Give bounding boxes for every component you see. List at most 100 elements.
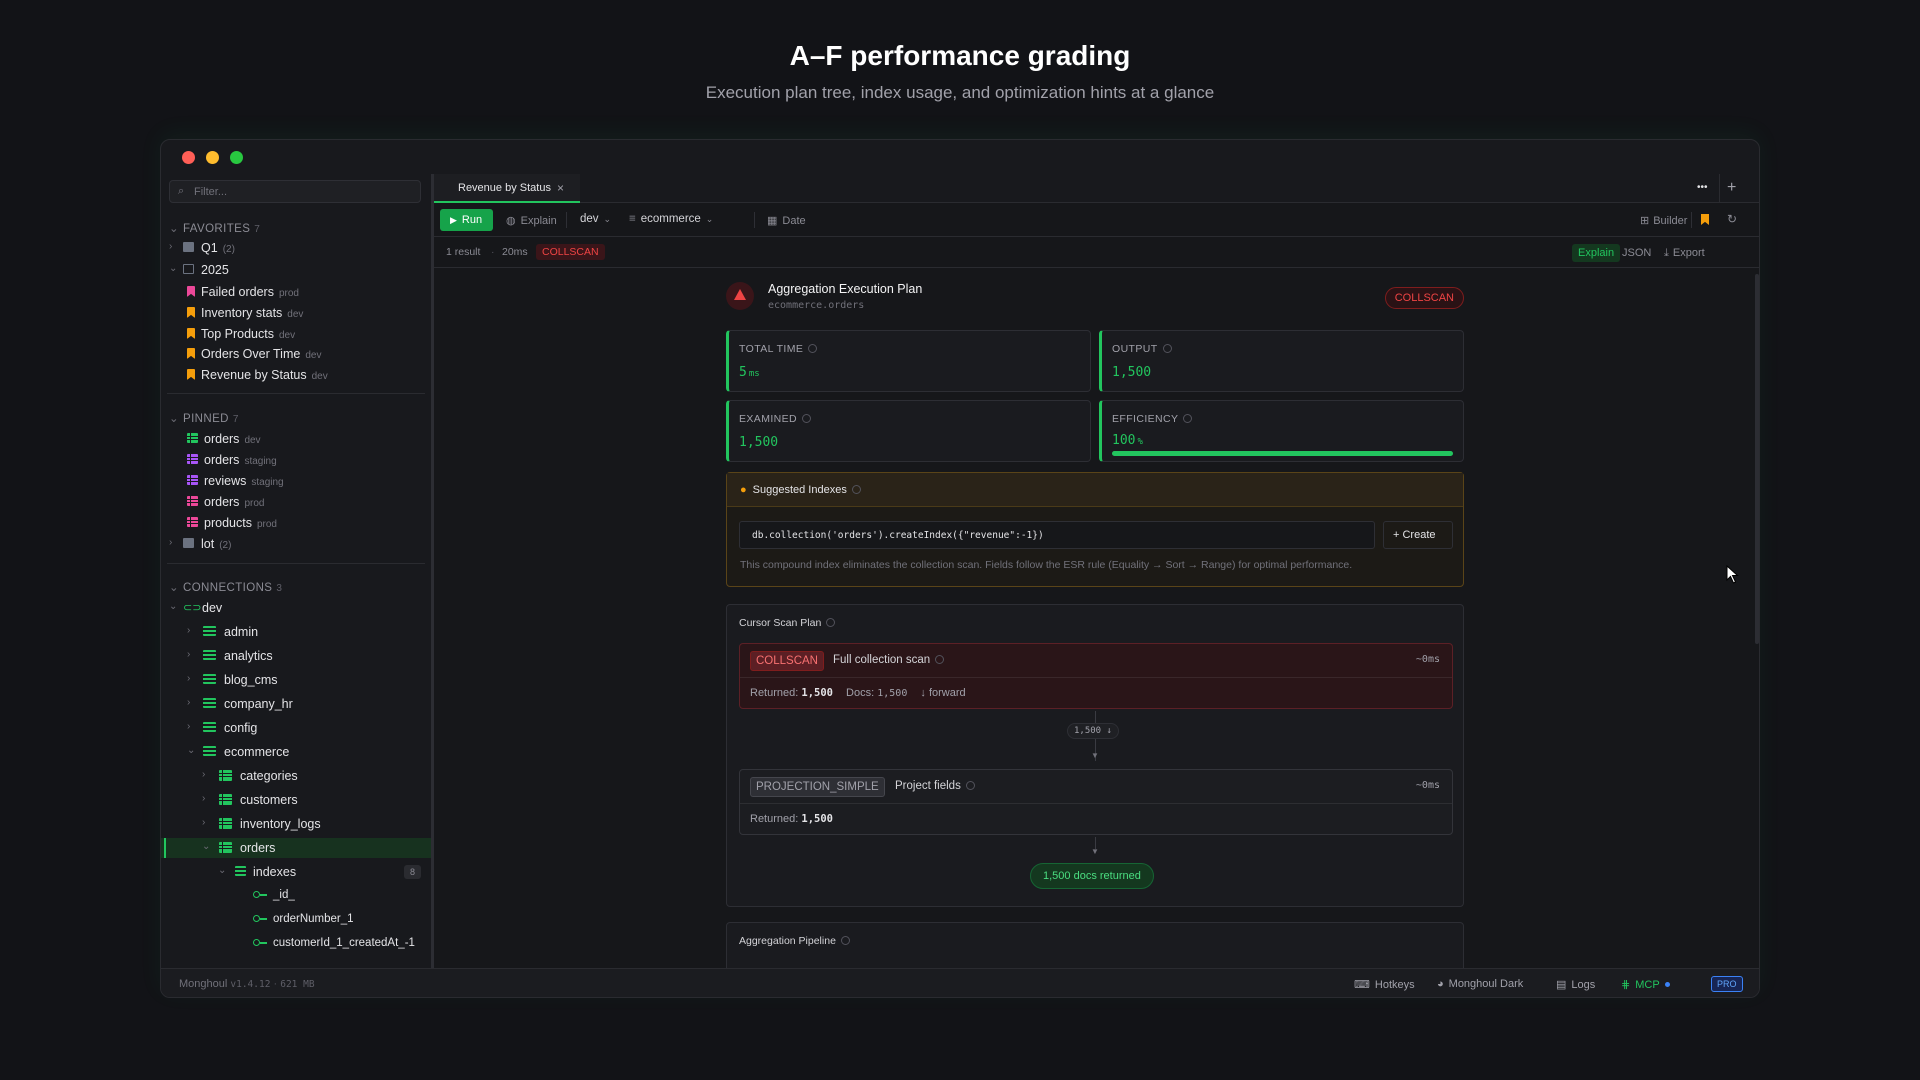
database-item[interactable]: › admin: [161, 622, 431, 642]
chevron-right-icon: ›: [187, 721, 191, 732]
bookmark-icon: [187, 307, 195, 318]
folder-open-icon: [183, 264, 194, 274]
plan-grade-badge: COLLSCAN: [1384, 287, 1464, 309]
pinned-item[interactable]: orders staging: [161, 450, 431, 470]
minimize-window-button[interactable]: [206, 151, 219, 164]
favorites-header[interactable]: ⌄ FAVORITES 7: [169, 221, 260, 235]
arrow-down-icon: ▼: [1091, 847, 1099, 856]
connection-dev[interactable]: ⌄ ⊂⊃ dev: [161, 598, 431, 618]
favorite-item[interactable]: Top Products dev: [161, 324, 431, 344]
mcp-icon: ⋕: [1621, 979, 1631, 991]
filter-input[interactable]: ⌕ Filter...: [169, 180, 421, 203]
tab-revenue-by-status[interactable]: Revenue by Status ×: [434, 174, 580, 203]
close-window-button[interactable]: [182, 151, 195, 164]
create-index-command[interactable]: db.collection('orders').createIndex({"re…: [739, 521, 1375, 549]
favorite-item[interactable]: Failed orders prod: [161, 282, 431, 302]
pinned-item[interactable]: orders prod: [161, 492, 431, 512]
pinned-item[interactable]: orders dev: [161, 429, 431, 449]
pinned-header[interactable]: ⌄ PINNED 7: [169, 411, 239, 425]
title-bar: [161, 140, 1759, 174]
logs-button[interactable]: ▤ Logs: [1556, 978, 1595, 991]
chevron-down-icon: ⌄: [169, 223, 180, 235]
close-tab-icon[interactable]: ×: [557, 181, 564, 195]
divider: [1719, 174, 1720, 203]
hero-subtitle: Execution plan tree, index usage, and op…: [705, 83, 1215, 102]
chevron-down-icon: ⌄: [705, 214, 714, 224]
favorites-folder-q1[interactable]: › Q1 (2): [161, 238, 431, 258]
database-item[interactable]: › blog_cms: [161, 670, 431, 690]
bookmark-icon[interactable]: [1701, 214, 1709, 225]
maximize-window-button[interactable]: [230, 151, 243, 164]
main-panel: Revenue by Status × ••• + ▶ Run ◍ Explain …: [434, 174, 1759, 968]
date-filter-button[interactable]: ▦ Date: [767, 214, 806, 227]
chevron-right-icon: ›: [187, 673, 191, 684]
info-icon: [808, 344, 818, 353]
more-menu-button[interactable]: •••: [1697, 182, 1708, 193]
connection-select[interactable]: dev ⌄: [580, 213, 611, 225]
collection-item[interactable]: › inventory_logs: [161, 814, 431, 834]
database-select[interactable]: ≡ ecommerce ⌄: [629, 213, 713, 225]
index-item[interactable]: customerId_1_createdAt_-1: [161, 934, 431, 954]
suggested-indexes-title: ● Suggested Indexes: [740, 484, 861, 496]
warning-icon: [726, 282, 754, 310]
aggregation-pipeline-card: Aggregation Pipeline: [726, 922, 1464, 968]
efficiency-bar-fill: [1112, 451, 1453, 456]
collection-icon: [219, 770, 232, 781]
lightbulb-icon: ●: [740, 484, 747, 496]
favorites-folder-2025[interactable]: ⌄ 2025: [161, 260, 431, 280]
index-item[interactable]: _id_: [161, 886, 431, 906]
pro-badge[interactable]: PRO: [1711, 976, 1743, 992]
stage-projection[interactable]: PROJECTION_SIMPLE Project fields ~0ms Re…: [739, 769, 1453, 835]
table-icon: [187, 496, 198, 506]
run-button[interactable]: ▶ Run: [440, 209, 493, 231]
collection-item-selected[interactable]: ⌄ orders: [161, 838, 431, 858]
index-item[interactable]: orderNumber_1: [161, 910, 431, 930]
database-icon: [203, 650, 216, 660]
memory-usage: 621 MB: [280, 979, 315, 990]
indexes-group[interactable]: ⌄ indexes 8: [161, 862, 431, 882]
mcp-button[interactable]: ⋕ MCP: [1621, 978, 1670, 991]
explain-button[interactable]: ◍ Explain: [506, 214, 557, 227]
refresh-icon[interactable]: ↻: [1727, 212, 1737, 226]
theme-button[interactable]: ◕ Monghoul Dark: [1437, 978, 1523, 990]
favorite-item[interactable]: Revenue by Status dev: [161, 365, 431, 385]
chevron-right-icon: ›: [187, 649, 191, 660]
database-item[interactable]: › config: [161, 718, 431, 738]
info-icon: [965, 781, 975, 790]
view-json-button[interactable]: JSON: [1622, 247, 1651, 259]
chevron-down-icon: ⌄: [187, 745, 196, 756]
connections-header[interactable]: ⌄ CONNECTIONS 3: [169, 580, 282, 594]
database-item[interactable]: › analytics: [161, 646, 431, 666]
new-tab-button[interactable]: +: [1727, 179, 1736, 197]
suggested-index-note: This compound index eliminates the colle…: [740, 559, 1353, 571]
pinned-item[interactable]: reviews staging: [161, 471, 431, 491]
folder-icon: [183, 242, 194, 252]
index-list-icon: [235, 866, 246, 876]
explain-plan: Aggregation Execution Plan ecommerce.ord…: [726, 268, 1464, 968]
collection-item[interactable]: › customers: [161, 790, 431, 810]
view-explain-button[interactable]: Explain: [1572, 244, 1621, 262]
table-icon: [187, 433, 198, 443]
pinned-item[interactable]: products prod: [161, 513, 431, 533]
table-icon: [187, 454, 198, 464]
stage-collscan[interactable]: COLLSCAN Full collection scan ~0ms Retur…: [739, 643, 1453, 709]
plan-namespace: ecommerce.orders: [768, 300, 865, 311]
builder-button[interactable]: ⊞ Builder: [1640, 214, 1687, 227]
create-index-button[interactable]: + Create: [1383, 521, 1453, 549]
divider: [1691, 212, 1692, 228]
link-icon: ⊂⊃: [183, 602, 202, 614]
database-item[interactable]: ⌄ ecommerce: [161, 742, 431, 762]
hotkeys-button[interactable]: ⌨ Hotkeys: [1354, 978, 1415, 991]
favorite-item[interactable]: Orders Over Time dev: [161, 344, 431, 364]
cursor-plan-title: Cursor Scan Plan: [739, 617, 836, 629]
content-scrollbar[interactable]: [1755, 274, 1759, 644]
collection-item[interactable]: › categories: [161, 766, 431, 786]
pinned-folder-lot[interactable]: › lot (2): [161, 534, 431, 554]
database-item[interactable]: › company_hr: [161, 694, 431, 714]
app-status-bar: Monghoul v1.4.12 · 621 MB ⌨ Hotkeys ◕ Mong…: [161, 968, 1759, 997]
info-icon: [1183, 414, 1193, 423]
export-button[interactable]: ⤓ Export: [1664, 247, 1705, 260]
download-icon: ⤓: [1664, 247, 1669, 259]
file-icon: ▤: [1556, 979, 1567, 991]
favorite-item[interactable]: Inventory stats dev: [161, 303, 431, 323]
